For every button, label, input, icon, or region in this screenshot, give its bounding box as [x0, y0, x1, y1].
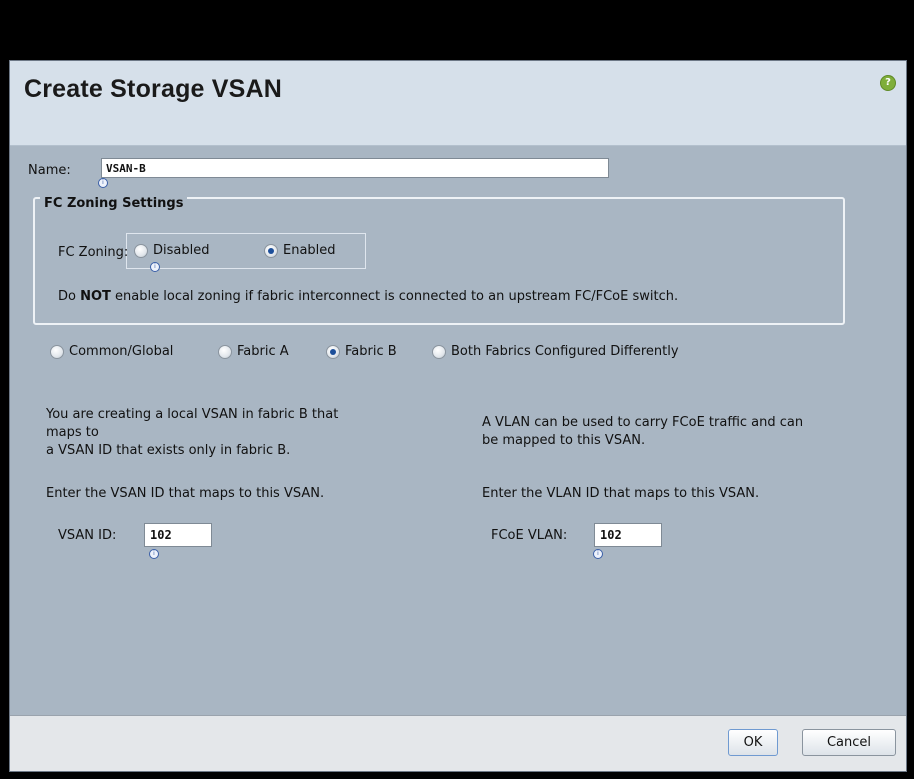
radio-common-global-icon[interactable]	[50, 344, 64, 359]
both-fabrics-label: Both Fabrics Configured Differently	[451, 344, 679, 359]
fabric-option-fabric-a[interactable]: Fabric A	[218, 344, 289, 359]
name-info-icon[interactable]: i	[98, 178, 108, 188]
fc-zoning-enabled-option[interactable]: Enabled	[264, 243, 336, 258]
radio-both-fabrics-icon[interactable]	[432, 344, 446, 359]
fcoe-vlan-instruction: Enter the VLAN ID that maps to this VSAN…	[482, 486, 760, 501]
dialog-header: Create Storage VSAN ?	[10, 61, 906, 146]
fcoe-vlan-label: FCoE VLAN:	[491, 528, 568, 543]
dialog-title: Create Storage VSAN	[24, 75, 283, 103]
vsan-id-info-icon[interactable]: i	[149, 549, 159, 559]
right-description-line-1: A VLAN can be used to carry FCoE traffic…	[482, 415, 804, 430]
fcoe-vlan-info-icon[interactable]: i	[593, 549, 603, 559]
fabric-option-fabric-b[interactable]: Fabric B	[326, 344, 397, 359]
left-description-line-1: You are creating a local VSAN in fabric …	[46, 407, 339, 422]
fabric-b-label: Fabric B	[345, 344, 397, 359]
fc-zoning-info-icon[interactable]: i	[150, 262, 160, 272]
common-global-label: Common/Global	[69, 344, 174, 359]
left-description: You are creating a local VSAN in fabric …	[46, 406, 338, 460]
fc-zoning-disabled-option[interactable]: Disabled	[134, 243, 209, 258]
warning-strong: NOT	[80, 289, 111, 304]
fabric-option-both[interactable]: Both Fabrics Configured Differently	[432, 344, 679, 359]
right-description-line-2: be mapped to this VSAN.	[482, 433, 646, 448]
fabric-option-common-global[interactable]: Common/Global	[50, 344, 173, 359]
radio-fabric-a-icon[interactable]	[218, 344, 232, 359]
fabric-a-label: Fabric A	[237, 344, 289, 359]
ok-button[interactable]: OK	[728, 729, 778, 756]
warning-suffix: enable local zoning if fabric interconne…	[110, 289, 679, 304]
name-label: Name:	[28, 163, 71, 178]
enabled-label: Enabled	[283, 243, 336, 258]
left-description-line-3: a VSAN ID that exists only in fabric B.	[46, 443, 291, 458]
radio-fabric-b-icon[interactable]	[326, 344, 340, 359]
help-icon[interactable]: ?	[880, 75, 896, 91]
vsan-id-instruction: Enter the VSAN ID that maps to this VSAN…	[46, 486, 325, 501]
name-row: Name: VSAN-B	[28, 158, 609, 178]
warning-prefix: Do	[58, 289, 81, 304]
create-storage-vsan-dialog: Create Storage VSAN ? Name: VSAN-B i FC …	[9, 60, 907, 772]
right-description: A VLAN can be used to carry FCoE traffic…	[482, 414, 803, 450]
fc-zoning-label: FC Zoning:	[58, 245, 129, 260]
disabled-label: Disabled	[153, 243, 210, 258]
fc-zoning-legend: FC Zoning Settings	[40, 196, 188, 211]
cancel-button[interactable]: Cancel	[802, 729, 896, 756]
radio-enabled-icon[interactable]	[264, 243, 278, 258]
left-description-line-2: maps to	[46, 425, 99, 440]
fcoe-vlan-input[interactable]: 102	[594, 523, 662, 547]
vsan-id-input[interactable]: 102	[144, 523, 212, 547]
name-input[interactable]: VSAN-B	[101, 158, 609, 178]
zoning-warning-text: Do NOT enable local zoning if fabric int…	[58, 289, 678, 304]
dialog-footer: OK Cancel	[10, 715, 906, 771]
vsan-id-label: VSAN ID:	[58, 528, 117, 543]
radio-disabled-icon[interactable]	[134, 243, 148, 258]
